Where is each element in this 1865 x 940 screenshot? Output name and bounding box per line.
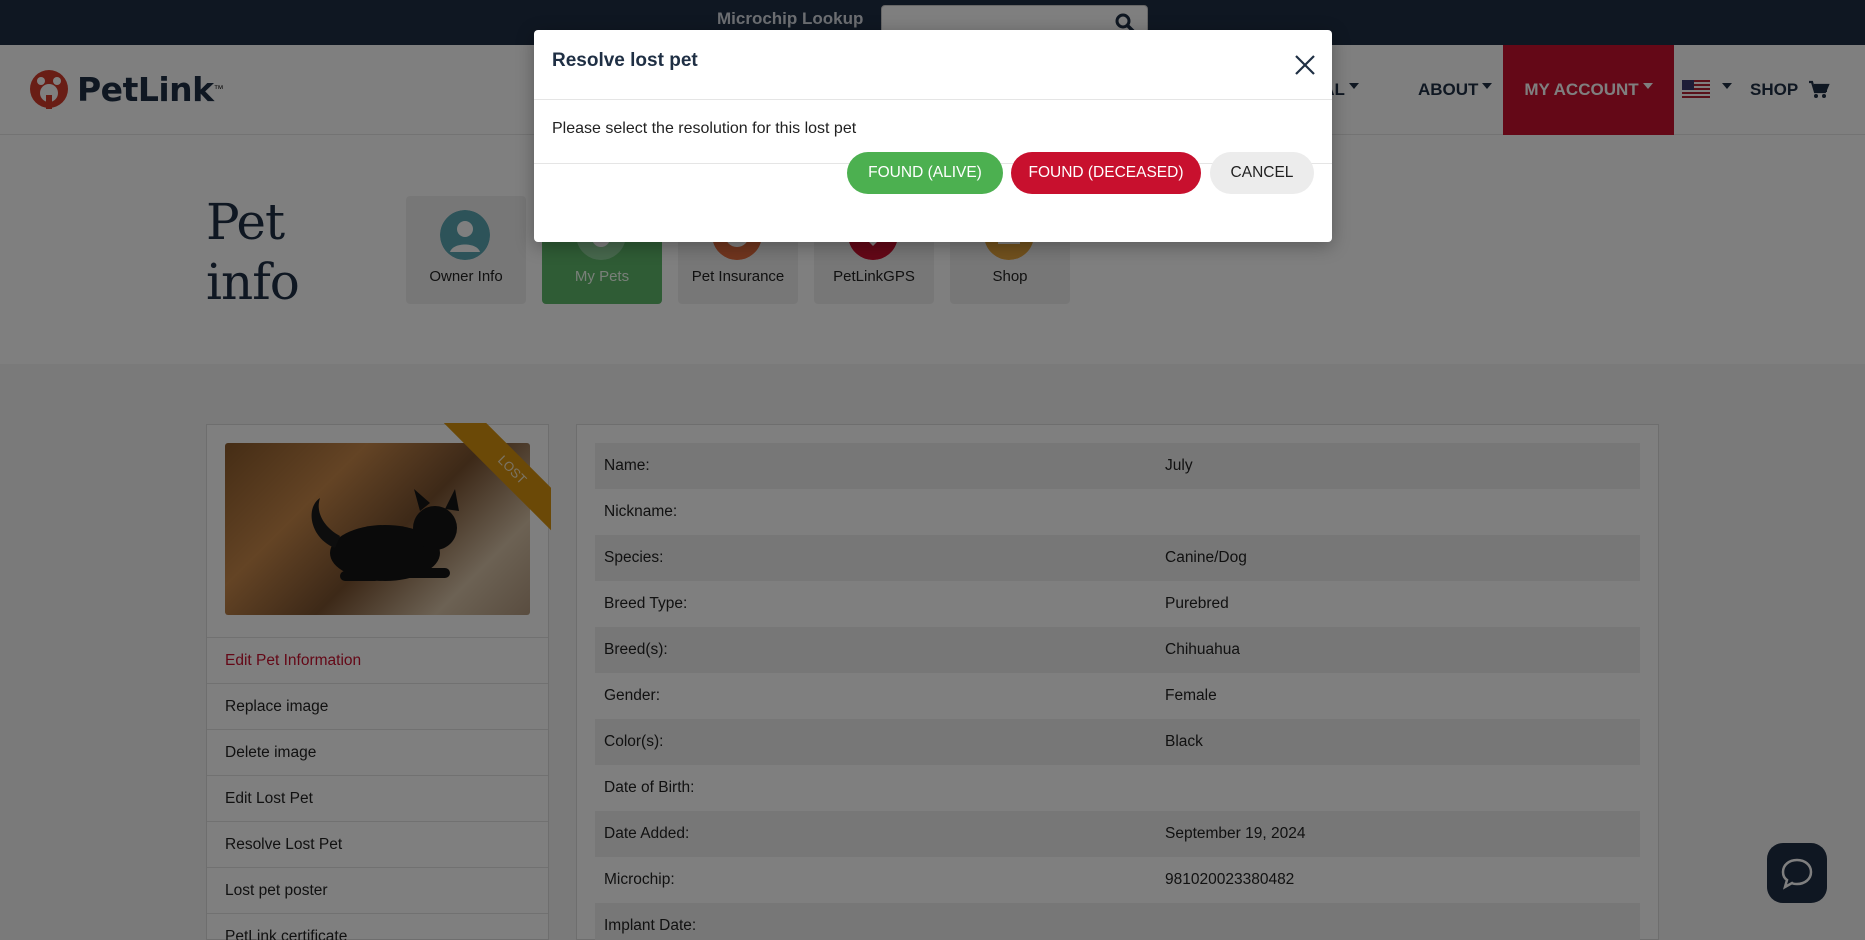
dialog-message: Please select the resolution for this lo… [552, 120, 857, 137]
found-deceased-button[interactable]: FOUND (DECEASED) [1011, 152, 1201, 194]
dialog-title: Resolve lost pet [552, 50, 698, 71]
close-icon[interactable] [1292, 52, 1318, 78]
resolve-lost-pet-dialog: Resolve lost pet Please select the resol… [534, 30, 1332, 242]
cancel-button[interactable]: CANCEL [1210, 152, 1314, 194]
found-alive-button[interactable]: FOUND (ALIVE) [847, 152, 1003, 194]
